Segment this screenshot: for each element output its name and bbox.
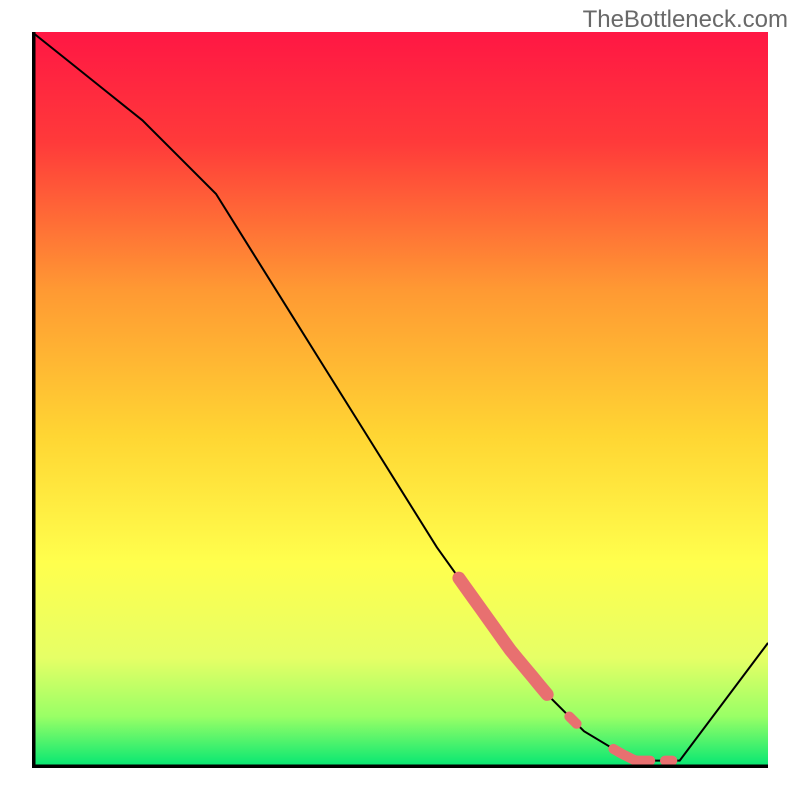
- watermark-text: TheBottleneck.com: [583, 6, 788, 34]
- plot-area: [32, 32, 768, 768]
- chart-container: TheBottleneck.com: [0, 0, 800, 800]
- chart-svg: [32, 32, 768, 768]
